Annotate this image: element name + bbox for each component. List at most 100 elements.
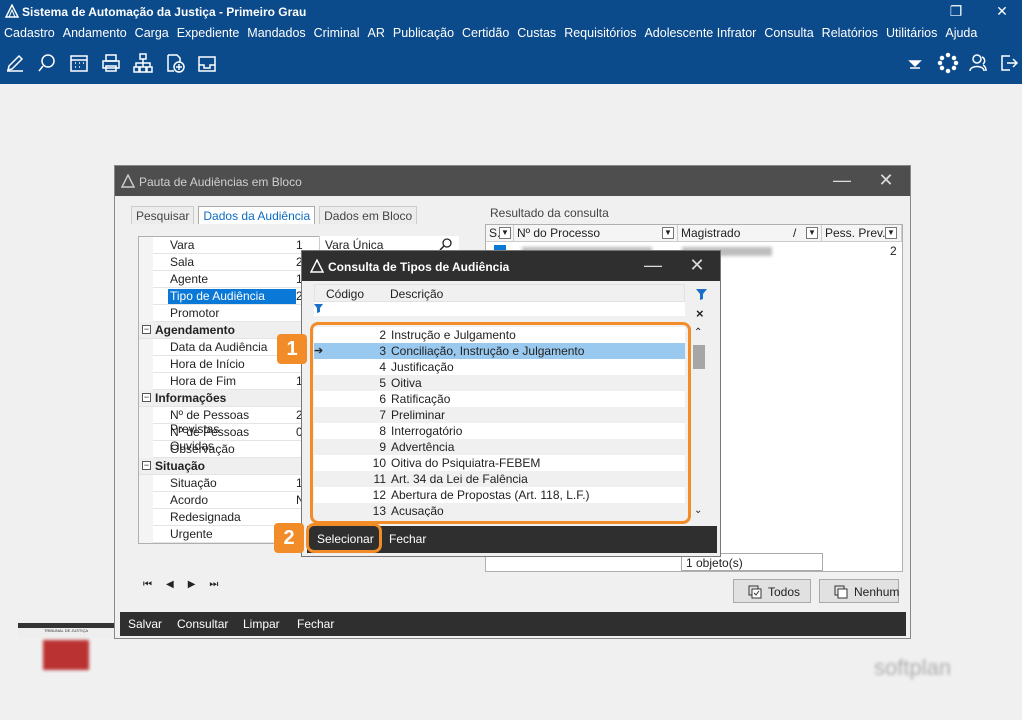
scroll-down-icon[interactable]: ⌄ xyxy=(694,505,702,516)
menu-criminal[interactable]: Criminal xyxy=(310,24,364,44)
search-icon[interactable] xyxy=(36,52,58,74)
edit-icon[interactable] xyxy=(4,52,26,74)
menu-andamento[interactable]: Andamento xyxy=(59,24,131,44)
col-s[interactable]: S. ▼ xyxy=(486,225,514,242)
menu-ajuda[interactable]: Ajuda xyxy=(941,24,981,44)
app-logo-icon xyxy=(310,259,324,273)
clear-filter-icon[interactable]: × xyxy=(696,306,704,321)
property-row[interactable]: AcordoN xyxy=(139,492,323,509)
collapse-icon[interactable]: − xyxy=(142,461,151,470)
filter-icon[interactable] xyxy=(695,288,708,301)
property-row[interactable]: Nº de Pessoas Previstas 2 xyxy=(139,407,323,436)
filter-dropdown-icon[interactable]: ▼ xyxy=(806,227,818,239)
property-row[interactable]: Hora de Fim 1 xyxy=(139,373,323,390)
menu-ar[interactable]: AR xyxy=(364,24,389,44)
col-descricao[interactable]: Descrição xyxy=(390,287,443,301)
consult-button[interactable]: Consultar xyxy=(177,617,228,631)
select-all-button[interactable]: Todos xyxy=(733,579,811,603)
row-gutter xyxy=(139,424,153,441)
menu-requisitorios[interactable]: Requisitórios xyxy=(560,24,640,44)
menu-adolescente-infrator[interactable]: Adolescente Infrator xyxy=(640,24,760,44)
menu-publicacao[interactable]: Publicação xyxy=(389,24,458,44)
select-none-button[interactable]: Nenhum xyxy=(819,579,899,603)
tab-dados-da-audiencia[interactable]: Dados da Audiência xyxy=(198,206,316,224)
property-category[interactable]: − Situação xyxy=(139,458,323,475)
col-pess-prev[interactable]: Pess. Prev. ▼ xyxy=(822,225,902,242)
col-codigo[interactable]: Código xyxy=(326,287,364,301)
printer-icon[interactable] xyxy=(100,52,122,74)
tab-dados-em-bloco[interactable]: Dados em Bloco xyxy=(319,206,418,224)
last-record-button[interactable]: ⏭ xyxy=(209,579,218,590)
prev-record-button[interactable]: ◀ xyxy=(166,579,174,590)
search-icon[interactable] xyxy=(439,237,453,251)
property-row[interactable]: Observação xyxy=(139,441,323,458)
property-row[interactable]: Sala 2 xyxy=(139,254,323,271)
org-chart-icon[interactable] xyxy=(132,52,154,74)
property-row[interactable]: Vara 1 xyxy=(139,237,323,254)
pessoas-previstas-value: 2 xyxy=(890,244,897,258)
row-gutter xyxy=(139,305,153,322)
filter-dropdown-icon[interactable]: ▼ xyxy=(885,227,897,239)
collapse-icon[interactable]: − xyxy=(142,325,151,334)
filter-dropdown-icon[interactable]: ▼ xyxy=(662,227,674,239)
highlight-select-button xyxy=(306,523,382,553)
consulta-title: Consulta de Tipos de Audiência xyxy=(328,260,510,274)
app-title: Sistema de Automação da Justiça - Primei… xyxy=(22,5,307,19)
logout-icon[interactable] xyxy=(998,52,1020,74)
next-record-button[interactable]: ▶ xyxy=(188,579,196,590)
row-gutter xyxy=(139,526,153,543)
row-gutter xyxy=(139,271,153,288)
add-document-icon[interactable] xyxy=(164,52,186,74)
scroll-thumb[interactable] xyxy=(693,345,705,369)
list-scrollbar[interactable]: ⌃ ⌄ xyxy=(691,327,706,519)
save-button[interactable]: Salvar xyxy=(128,617,162,631)
filter-dropdown-icon[interactable]: ▼ xyxy=(499,227,511,239)
property-label: Observação xyxy=(170,442,235,456)
close-icon[interactable]: ✕ xyxy=(871,170,901,192)
menu-expediente[interactable]: Expediente xyxy=(173,24,244,44)
property-row[interactable]: Situação 1 xyxy=(139,475,323,492)
property-row[interactable]: Tipo de Audiência 2 xyxy=(139,288,323,305)
minimize-icon[interactable]: — xyxy=(827,170,857,192)
first-record-button[interactable]: ⏮ xyxy=(143,579,152,590)
property-label: Nº de Pessoas Previstas xyxy=(170,408,250,436)
menu-custas[interactable]: Custas xyxy=(513,24,560,44)
menu-mandados[interactable]: Mandados xyxy=(243,24,309,44)
restore-button[interactable]: ❐ xyxy=(936,0,976,24)
dropdown-icon[interactable] xyxy=(904,52,926,74)
property-label: Hora de Fim xyxy=(170,374,237,388)
menu-carga[interactable]: Carga xyxy=(131,24,173,44)
users-icon[interactable] xyxy=(968,52,990,74)
property-category[interactable]: − Informações xyxy=(139,390,323,407)
close-button[interactable]: Fechar xyxy=(297,617,334,631)
collapse-icon[interactable]: − xyxy=(142,393,151,402)
toolbar xyxy=(0,44,1022,84)
col-magistrado[interactable]: Magistrado / ▼ xyxy=(678,225,822,242)
col-numero-processo[interactable]: Nº do Processo ▼ xyxy=(514,225,678,242)
clear-button[interactable]: Limpar xyxy=(243,617,280,631)
menu-consulta[interactable]: Consulta xyxy=(760,24,817,44)
close-button[interactable]: Fechar xyxy=(389,532,426,546)
property-row[interactable]: Agente13 xyxy=(139,271,323,288)
filter-row[interactable] xyxy=(314,302,685,316)
property-label: Tipo de Audiência xyxy=(168,289,296,304)
menu-certidao[interactable]: Certidão xyxy=(458,24,513,44)
category-label: Informações xyxy=(155,391,227,405)
result-label: Resultado da consulta xyxy=(490,206,609,220)
property-grid: Vara1Sala2Agente13Tipo de Audiência2Prom… xyxy=(138,236,324,544)
property-row[interactable]: Promotor xyxy=(139,305,323,322)
scroll-up-icon[interactable]: ⌃ xyxy=(694,327,702,338)
menu-relatorios[interactable]: Relatórios xyxy=(818,24,882,44)
menu-cadastro[interactable]: Cadastro xyxy=(0,24,59,44)
inbox-icon[interactable] xyxy=(196,52,218,74)
tab-pesquisar[interactable]: Pesquisar xyxy=(131,206,195,224)
close-app-button[interactable]: ✕ xyxy=(982,0,1022,24)
row-gutter xyxy=(139,237,153,254)
calendar-icon[interactable] xyxy=(68,52,90,74)
close-icon[interactable]: ✕ xyxy=(682,255,712,277)
property-row[interactable]: Nº de Pessoas Ouvidas 0 xyxy=(139,424,323,453)
row-gutter xyxy=(139,475,153,492)
row-gutter xyxy=(139,373,153,390)
menu-utilitarios[interactable]: Utilitários xyxy=(882,24,941,44)
minimize-icon[interactable]: — xyxy=(638,255,668,277)
